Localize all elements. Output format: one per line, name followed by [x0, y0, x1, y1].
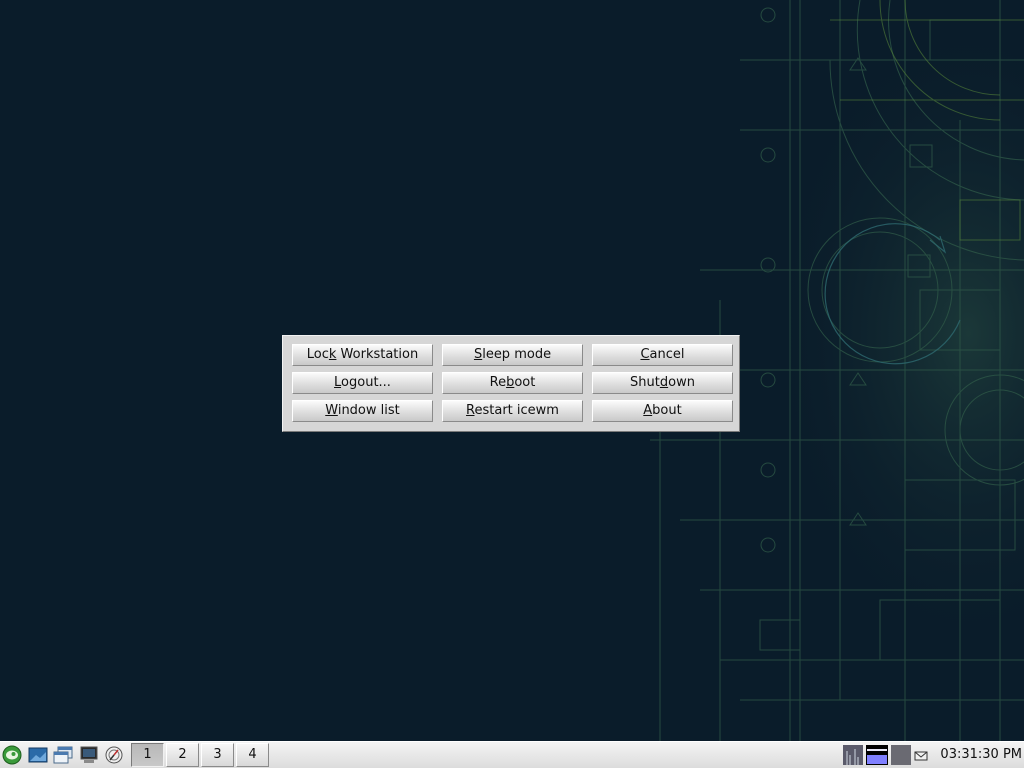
mail-icon[interactable]: [914, 748, 928, 768]
show-desktop-icon[interactable]: [27, 745, 49, 765]
web-browser-icon[interactable]: [103, 745, 125, 765]
workspace-1-button[interactable]: 1: [131, 743, 164, 767]
logout-dialog: Lock Workstation Sleep mode Cancel Logou…: [282, 335, 740, 432]
workspace-4-button[interactable]: 4: [236, 743, 269, 767]
memory-monitor-icon[interactable]: [891, 745, 911, 765]
about-button[interactable]: About: [592, 400, 733, 422]
restart-icewm-button[interactable]: Restart icewm: [442, 400, 583, 422]
taskbar: 1 2 3 4 03:31:30 PM: [0, 741, 1024, 768]
window-list-button[interactable]: Window list: [292, 400, 433, 422]
logout-button[interactable]: Logout...: [292, 372, 433, 394]
desktop[interactable]: Lock Workstation Sleep mode Cancel Logou…: [0, 0, 1024, 741]
start-menu-icon[interactable]: [1, 745, 23, 765]
terminal-icon[interactable]: [78, 745, 100, 765]
network-monitor-icon[interactable]: [866, 745, 888, 765]
reboot-button[interactable]: Reboot: [442, 372, 583, 394]
lock-workstation-button[interactable]: Lock Workstation: [292, 344, 433, 366]
workspace-2-button[interactable]: 2: [166, 743, 199, 767]
cpu-monitor-icon[interactable]: [843, 745, 863, 765]
sleep-mode-button[interactable]: Sleep mode: [442, 344, 583, 366]
shutdown-button[interactable]: Shutdown: [592, 372, 733, 394]
clock[interactable]: 03:31:30 PM: [930, 743, 1022, 767]
cancel-button[interactable]: Cancel: [592, 344, 733, 366]
workspace-3-button[interactable]: 3: [201, 743, 234, 767]
window-list-icon[interactable]: [52, 745, 74, 765]
